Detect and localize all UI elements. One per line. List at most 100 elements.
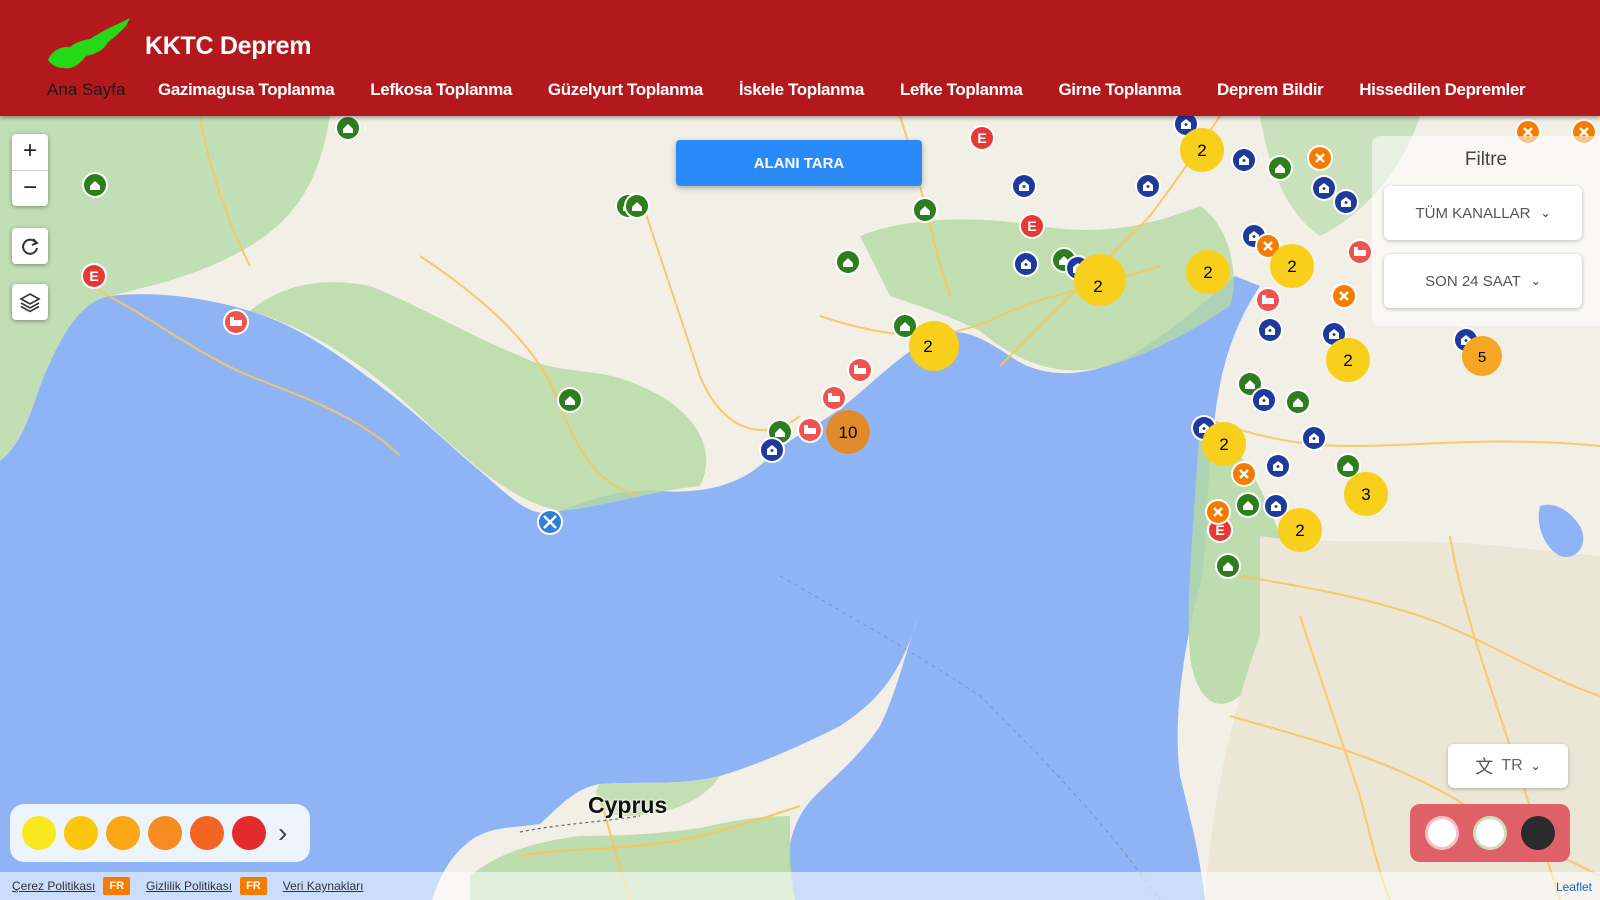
hospital-marker[interactable]: [1012, 250, 1040, 278]
shelter-bed-marker[interactable]: [223, 309, 249, 335]
cluster-marker[interactable]: 2: [1278, 508, 1322, 552]
filter-panel: Filtre TÜM KANALLAR ⌄ SON 24 SAAT ⌄: [1372, 136, 1600, 326]
shelter-marker[interactable]: [557, 387, 583, 413]
svg-text:10: 10: [839, 423, 858, 442]
hospital-marker[interactable]: [1310, 174, 1338, 202]
nav-hissedilen[interactable]: Hissedilen Depremler: [1359, 80, 1525, 100]
shelter-marker[interactable]: [912, 197, 938, 223]
legend-color[interactable]: [190, 816, 224, 850]
hospital-marker[interactable]: [1256, 316, 1284, 344]
zoom-in-button[interactable]: +: [12, 134, 48, 170]
emergency-marker[interactable]: [1019, 213, 1045, 239]
home-link[interactable]: Ana Sayfa: [47, 80, 125, 100]
zoom-control: + −: [12, 134, 48, 206]
legend-color[interactable]: [22, 816, 56, 850]
cluster-marker[interactable]: 2: [1186, 250, 1230, 294]
zoom-out-button[interactable]: −: [12, 170, 48, 206]
privacy-policy-link[interactable]: Gizlilik Politikası: [146, 879, 232, 893]
svg-text:2: 2: [1219, 435, 1228, 454]
hospital-marker[interactable]: [1300, 424, 1328, 452]
refresh-icon: [22, 238, 39, 255]
cluster-marker[interactable]: 3: [1344, 472, 1388, 516]
shelter-marker[interactable]: [82, 172, 108, 198]
main-nav: Gazimagusa Toplanma Lefkosa Toplanma Güz…: [158, 80, 1561, 100]
shelter-bed-marker[interactable]: [1255, 287, 1281, 313]
emergency-marker[interactable]: [81, 263, 107, 289]
cluster-marker[interactable]: 2: [1270, 244, 1314, 288]
shelter-bed-marker[interactable]: [1347, 239, 1373, 265]
alert-marker[interactable]: [1329, 281, 1359, 311]
time-select-value: SON 24 SAAT: [1425, 272, 1521, 290]
hospital-marker[interactable]: [1230, 146, 1258, 174]
cluster-marker[interactable]: 2: [909, 321, 959, 371]
alert-marker[interactable]: [1305, 143, 1335, 173]
layers-icon: [19, 293, 41, 313]
filter-title: Filtre: [1464, 149, 1508, 170]
magnitude-legend: ›: [10, 804, 310, 862]
partner-logo-icon[interactable]: [1521, 816, 1555, 850]
map-place-label: Cyprus: [588, 792, 668, 818]
hospital-marker[interactable]: [1010, 172, 1038, 200]
brand-title[interactable]: KKTC Deprem: [145, 32, 311, 61]
shelter-marker[interactable]: [1235, 492, 1261, 518]
alert-marker[interactable]: [1203, 497, 1233, 527]
nav-iskele[interactable]: İskele Toplanma: [739, 80, 864, 100]
partner-logo-icon[interactable]: [1473, 816, 1507, 850]
shelter-marker[interactable]: [835, 249, 861, 275]
hospital-marker[interactable]: [1332, 188, 1360, 216]
shelter-marker[interactable]: [1267, 155, 1293, 181]
hospital-marker[interactable]: [1134, 172, 1162, 200]
nav-gazimagusa[interactable]: Gazimagusa Toplanma: [158, 80, 335, 100]
shelter-marker[interactable]: [1215, 553, 1241, 579]
nav-lefkosa[interactable]: Lefkosa Toplanma: [370, 80, 512, 100]
svg-text:2: 2: [1197, 141, 1206, 160]
svg-text:2: 2: [1203, 263, 1212, 282]
scan-area-button[interactable]: ALANI TARA: [676, 140, 922, 186]
legend-color[interactable]: [232, 816, 266, 850]
nav-lefke[interactable]: Lefke Toplanma: [900, 80, 1023, 100]
alert-marker[interactable]: [1229, 459, 1259, 489]
nav-guzelyurt[interactable]: Güzelyurt Toplanma: [548, 80, 703, 100]
cluster-marker[interactable]: 2: [1326, 338, 1370, 382]
emergency-marker[interactable]: [969, 125, 995, 151]
chevron-right-icon[interactable]: ›: [278, 817, 287, 849]
channel-select-value: TÜM KANALLAR: [1415, 204, 1531, 222]
cluster-marker[interactable]: 2: [1202, 422, 1246, 466]
legend-color[interactable]: [64, 816, 98, 850]
svg-text:5: 5: [1478, 349, 1486, 366]
legend-color[interactable]: [148, 816, 182, 850]
cyprus-logo-icon[interactable]: [46, 16, 132, 78]
partner-logo-icon[interactable]: [1425, 816, 1459, 850]
nav-deprem-bildir[interactable]: Deprem Bildir: [1217, 80, 1324, 100]
translate-icon: 文: [1475, 757, 1494, 777]
airport-marker[interactable]: [537, 509, 563, 535]
cookie-policy-link[interactable]: Çerez Politikası: [12, 879, 95, 893]
shelter-marker[interactable]: [624, 193, 650, 219]
leaflet-attribution[interactable]: Leaflet: [1556, 880, 1592, 894]
svg-text:2: 2: [1295, 521, 1304, 540]
cluster-marker[interactable]: 2: [1180, 128, 1224, 172]
data-sources-link[interactable]: Veri Kaynakları: [283, 879, 364, 893]
layers-button[interactable]: [12, 284, 48, 320]
nav-girne[interactable]: Girne Toplanma: [1058, 80, 1181, 100]
hospital-marker[interactable]: [758, 436, 786, 464]
time-select[interactable]: SON 24 SAAT ⌄: [1384, 254, 1582, 308]
svg-text:2: 2: [1343, 351, 1352, 370]
cluster-marker[interactable]: 5: [1462, 336, 1502, 376]
hospital-marker[interactable]: [1264, 452, 1292, 480]
shelter-bed-marker[interactable]: [847, 357, 873, 383]
refresh-button[interactable]: [12, 228, 48, 264]
cluster-marker[interactable]: 2: [1074, 254, 1126, 306]
shelter-bed-marker[interactable]: [821, 385, 847, 411]
shelter-marker[interactable]: [335, 115, 361, 141]
legend-color[interactable]: [106, 816, 140, 850]
language-select[interactable]: 文 TR ⌄: [1448, 744, 1568, 788]
channel-select[interactable]: TÜM KANALLAR ⌄: [1384, 186, 1582, 240]
hospital-marker[interactable]: [1250, 386, 1278, 414]
partner-logos: [1410, 804, 1570, 862]
shelter-marker[interactable]: [1285, 389, 1311, 415]
shelter-bed-marker[interactable]: [797, 417, 823, 443]
footer-badge: FR: [103, 877, 131, 895]
chevron-down-icon: ⌄: [1530, 274, 1541, 288]
cluster-marker[interactable]: 10: [826, 410, 870, 454]
